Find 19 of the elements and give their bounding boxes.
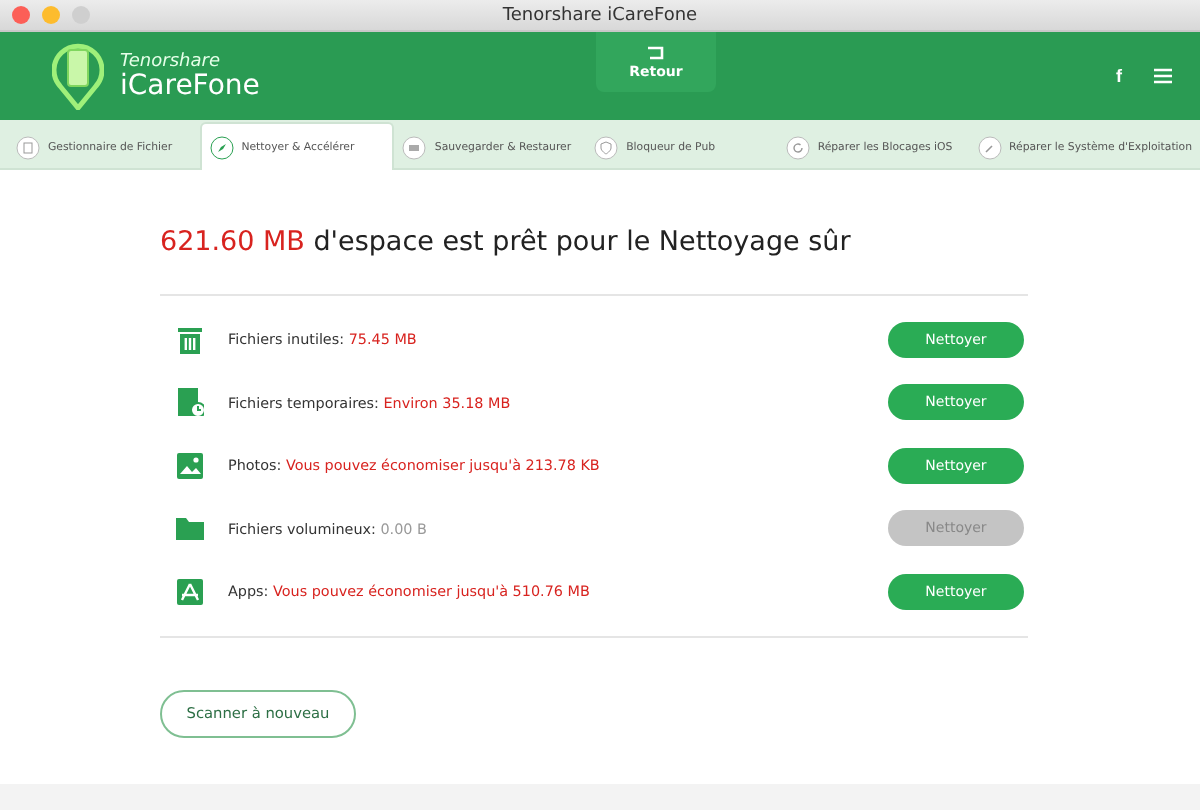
window-title: Tenorshare iCareFone [502, 5, 698, 25]
summary-text: 621.60 MB d'espace est prêt pour le Nettoyage sûr [160, 226, 853, 258]
app-icon [176, 577, 204, 606]
menu-icon[interactable] [1154, 68, 1172, 84]
product-name: iCareFone [120, 71, 260, 99]
folder-icon [176, 514, 204, 543]
image-icon [176, 451, 204, 480]
close-button[interactable] [12, 6, 30, 24]
file-clock-icon [176, 388, 204, 417]
phone-logo-icon [52, 42, 104, 110]
return-icon [646, 44, 666, 60]
zoom-button[interactable] [72, 6, 90, 24]
shield-icon [594, 136, 619, 160]
document-icon [16, 136, 40, 160]
company-name: Tenorshare [120, 53, 222, 71]
facebook-link[interactable]: f [1108, 66, 1130, 86]
minimize-button[interactable] [42, 6, 60, 24]
refresh-icon [785, 136, 810, 160]
trash-icon [176, 325, 204, 354]
